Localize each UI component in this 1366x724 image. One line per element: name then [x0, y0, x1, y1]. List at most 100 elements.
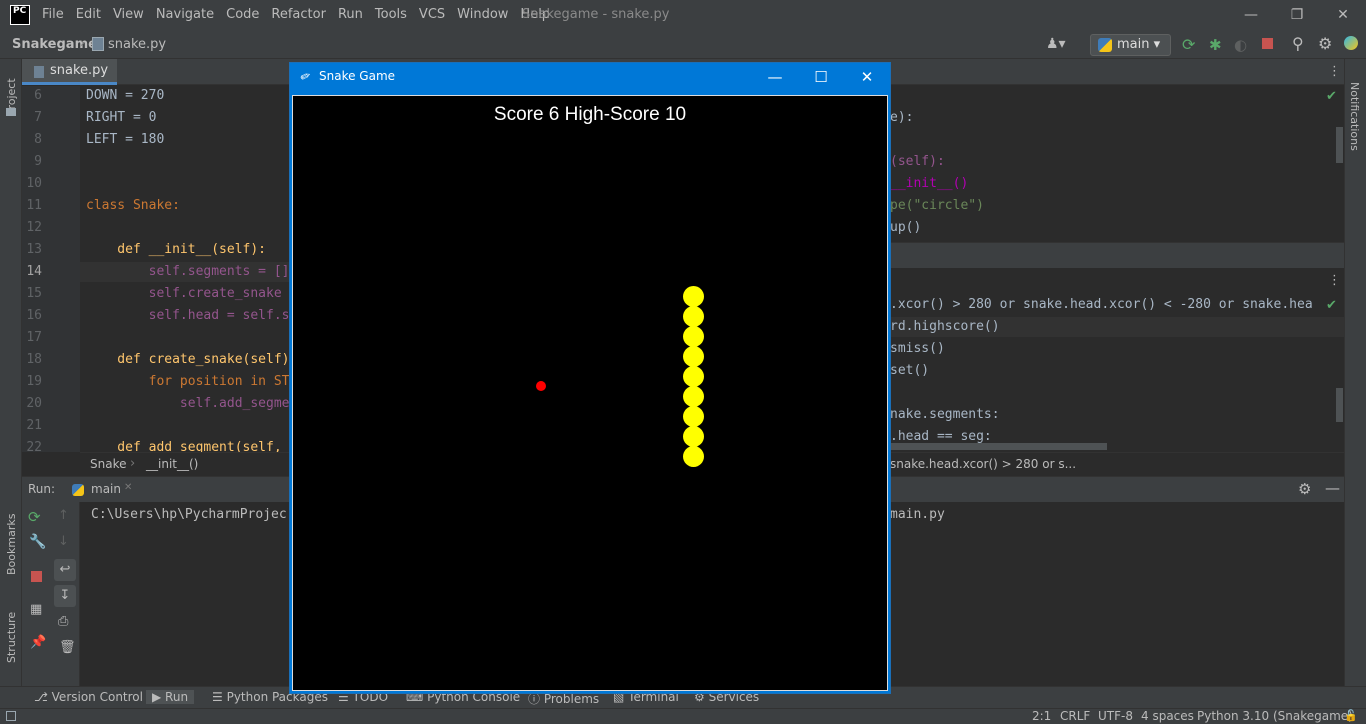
soft-wrap-icon[interactable]: ↩	[54, 559, 76, 581]
user-icon[interactable]: ♟▾	[1046, 36, 1066, 52]
code-line: self.head = self.s	[86, 308, 290, 323]
menu-view[interactable]: View	[107, 0, 150, 30]
scroll-to-end-icon[interactable]: ↧	[54, 585, 76, 607]
line-number: 13	[26, 242, 42, 257]
game-canvas[interactable]	[292, 95, 888, 691]
menu-run[interactable]: Run	[332, 0, 369, 30]
line-number: 14	[26, 264, 42, 279]
line-number: 6	[34, 88, 42, 103]
run-tab-label[interactable]: main	[91, 482, 121, 496]
rerun-icon[interactable]: ⟳	[28, 508, 41, 526]
status-line-separator[interactable]: CRLF	[1060, 709, 1090, 723]
breadcrumb-method[interactable]: __init__()	[146, 457, 198, 471]
close-button[interactable]: ✕	[1320, 0, 1366, 30]
line-number: 17	[26, 330, 42, 345]
trash-icon[interactable]: 🗑	[59, 640, 76, 655]
right-tool-strip	[1344, 59, 1366, 686]
vertical-scrollbar[interactable]	[1336, 388, 1343, 422]
restore-button[interactable]: ❐	[1274, 0, 1320, 30]
menu-tools[interactable]: Tools	[369, 0, 413, 30]
pin-icon[interactable]: 📌	[30, 635, 46, 650]
snake-minimize-button[interactable]: —	[752, 63, 798, 92]
pycharm-logo-icon: PC	[10, 5, 30, 25]
snake-segment	[683, 406, 704, 427]
wrench-icon[interactable]: 🔧	[29, 534, 46, 550]
code-line: def __init__(self):	[86, 242, 267, 257]
status-indent[interactable]: 4 spaces	[1141, 709, 1194, 723]
line-number: 15	[26, 286, 42, 301]
arrow-down-icon[interactable]: ↓	[58, 534, 69, 549]
breadcrumb-file[interactable]: snake.py	[108, 37, 166, 52]
horizontal-scrollbar[interactable]	[890, 443, 1107, 450]
more-options-icon[interactable]: ⋮	[1328, 273, 1341, 288]
line-number: 8	[34, 132, 42, 147]
code-line: self.create_snake	[86, 286, 282, 301]
minimize-button[interactable]: —	[1228, 0, 1274, 30]
menu-vcs[interactable]: VCS	[413, 0, 451, 30]
print-icon[interactable]: ⎙	[58, 614, 68, 629]
breadcrumb-class[interactable]: Snake	[90, 457, 126, 471]
gear-icon[interactable]: ⚙	[1318, 34, 1332, 53]
search-icon[interactable]: ⚲	[1292, 34, 1304, 53]
code-line: smiss()	[890, 341, 945, 356]
chevron-right-icon: ›	[80, 36, 86, 51]
gear-icon[interactable]: ⚙	[1298, 480, 1311, 498]
run-toolbar: ⟳ ↑ 🔧 ↓ ↩ ↧ ▦ ⎙ 📌 🗑	[22, 502, 80, 686]
snake-segment	[683, 306, 704, 327]
tool-label: Version Control	[51, 690, 143, 704]
arrow-up-icon[interactable]: ↑	[58, 508, 69, 523]
line-number: 20	[26, 396, 42, 411]
tool-run[interactable]: ▶ Run	[146, 690, 195, 704]
check-icon: ✔	[1326, 298, 1337, 313]
code-line: (self):	[890, 154, 945, 169]
line-number: 16	[26, 308, 42, 323]
menu-navigate[interactable]: Navigate	[150, 0, 220, 30]
lock-icon[interactable]: 🔓	[1344, 709, 1358, 722]
menu-bar: File Edit View Navigate Code Refactor Ru…	[36, 0, 556, 30]
snake-segment	[683, 326, 704, 347]
status-interpreter[interactable]: Python 3.10 (Snakegame)	[1197, 709, 1353, 723]
vertical-scrollbar[interactable]	[1336, 127, 1343, 163]
tool-version-control[interactable]: ⎇ Version Control	[34, 690, 143, 704]
code-line: pe("circle")	[890, 198, 984, 213]
code-line: DOWN = 270	[86, 88, 165, 103]
folder-icon	[6, 108, 16, 116]
code-line: nake.segments:	[890, 407, 1000, 422]
menu-file[interactable]: File	[36, 0, 70, 30]
menu-refactor[interactable]: Refactor	[265, 0, 332, 30]
snake-maximize-button[interactable]: ☐	[798, 63, 844, 92]
line-number: 7	[34, 110, 42, 125]
snake-segment	[683, 346, 704, 367]
status-encoding[interactable]: UTF-8	[1098, 709, 1133, 723]
run-label: Run:	[28, 482, 56, 496]
menu-edit[interactable]: Edit	[70, 0, 107, 30]
more-options-icon[interactable]: ⋮	[1328, 64, 1341, 79]
run-output-line: C:\Users\hp\PycharmProjec	[91, 507, 287, 522]
bookmarks-tool-tab[interactable]: Bookmarks	[5, 514, 18, 575]
code-line: def add_segment(self,	[86, 440, 282, 452]
layout-icon[interactable]: ▦	[30, 602, 42, 617]
coverage-icon[interactable]: ◐	[1234, 36, 1247, 54]
menu-window[interactable]: Window	[451, 0, 514, 30]
right-editor-breadcrumb: snake.head.xcor() > 280 or s...	[890, 452, 1344, 476]
snake-segment	[683, 426, 704, 447]
close-tab-icon[interactable]: ✕	[124, 482, 132, 493]
code-line: .xcor() > 280 or snake.head.xcor() < -28…	[890, 297, 1313, 312]
stop-icon[interactable]	[31, 571, 42, 582]
hide-panel-icon[interactable]: —	[1325, 479, 1340, 497]
line-number: 21	[26, 418, 42, 433]
stop-icon[interactable]	[1262, 38, 1273, 49]
toggle-tool-windows-icon[interactable]	[6, 711, 16, 721]
jetbrains-icon[interactable]	[1344, 36, 1358, 50]
structure-tool-tab[interactable]: Structure	[5, 607, 18, 663]
menu-code[interactable]: Code	[220, 0, 265, 30]
rerun-icon[interactable]: ⟳	[1182, 35, 1195, 54]
breadcrumb-expression[interactable]: snake.head.xcor() > 280 or s...	[890, 457, 1076, 471]
window-title: Snakegame - snake.py	[522, 7, 670, 22]
notifications-tool-tab[interactable]: Notifications	[1348, 82, 1361, 152]
snake-close-button[interactable]: ✕	[844, 63, 890, 92]
debug-icon[interactable]: ✱	[1209, 36, 1222, 54]
line-number: 11	[26, 198, 42, 213]
check-icon: ✔	[1326, 89, 1337, 104]
status-position[interactable]: 2:1	[1032, 709, 1051, 723]
